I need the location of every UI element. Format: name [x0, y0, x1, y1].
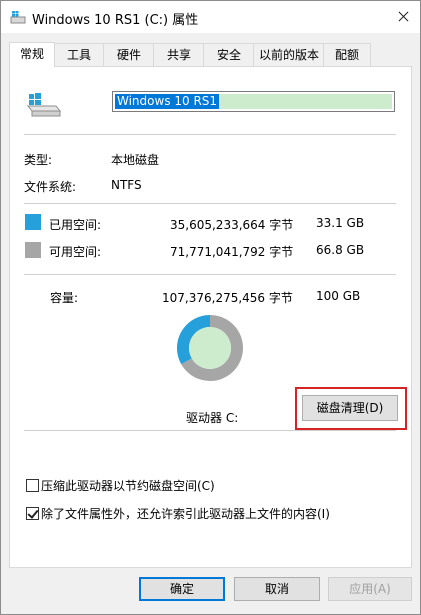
general-panel: Windows 10 RS1 类型: 本地磁盘 文件系统: NTFS 已用空间:… — [9, 66, 412, 568]
tab-security[interactable]: 安全 — [203, 43, 255, 66]
window-title: Windows 10 RS1 (C:) 属性 — [32, 13, 199, 28]
compress-label[interactable]: 压缩此驱动器以节约磁盘空间(C) — [41, 477, 215, 494]
apply-button[interactable]: 应用(A) — [328, 577, 412, 601]
tab-general[interactable]: 常规 — [9, 42, 55, 67]
windows-drive-icon — [26, 93, 62, 117]
capacity-size: 100 GB — [316, 289, 361, 303]
drive-letter-label: 驱动器 C: — [186, 411, 239, 425]
divider — [24, 134, 396, 135]
compress-checkbox[interactable] — [26, 479, 39, 492]
free-space-swatch — [25, 242, 41, 258]
divider — [24, 430, 396, 431]
tab-tools[interactable]: 工具 — [53, 43, 105, 66]
donut-center — [189, 327, 231, 369]
properties-window: Windows 10 RS1 (C:) 属性 常规 工具 硬件 共享 安全 以前… — [0, 0, 421, 615]
disk-cleanup-button[interactable]: 磁盘清理(D) — [302, 395, 398, 421]
index-checkbox[interactable] — [26, 507, 39, 520]
type-value: 本地磁盘 — [111, 153, 160, 167]
volume-name-text: Windows 10 RS1 — [115, 94, 220, 109]
filesystem-label: 文件系统: — [24, 180, 77, 194]
divider — [24, 203, 396, 204]
disk-usage-donut — [177, 315, 243, 381]
free-space-bytes: 71,771,041,792 字节 — [170, 245, 294, 259]
type-label: 类型: — [24, 153, 53, 167]
tab-previous-versions[interactable]: 以前的版本 — [253, 43, 325, 66]
tab-hardware[interactable]: 硬件 — [103, 43, 155, 66]
capacity-bytes: 107,376,275,456 字节 — [162, 291, 293, 305]
used-space-swatch — [25, 214, 41, 230]
used-space-bytes: 35,605,233,664 字节 — [170, 218, 294, 232]
tab-sharing[interactable]: 共享 — [153, 43, 205, 66]
capacity-label: 容量: — [50, 291, 79, 305]
volume-name-input[interactable]: Windows 10 RS1 — [112, 91, 395, 112]
free-space-size: 66.8 GB — [316, 243, 365, 257]
close-button[interactable] — [386, 1, 420, 33]
used-space-label: 已用空间: — [49, 218, 102, 232]
used-space-size: 33.1 GB — [316, 216, 365, 230]
tab-quota[interactable]: 配额 — [323, 43, 371, 66]
free-space-label: 可用空间: — [49, 245, 102, 259]
filesystem-value: NTFS — [111, 178, 142, 192]
ok-button[interactable]: 确定 — [139, 577, 225, 601]
divider — [24, 274, 396, 275]
drive-icon — [10, 11, 26, 24]
index-label[interactable]: 除了文件属性外，还允许索引此驱动器上文件的内容(I) — [41, 505, 330, 522]
title-bar: Windows 10 RS1 (C:) 属性 — [1, 1, 420, 33]
cancel-button[interactable]: 取消 — [234, 577, 320, 601]
